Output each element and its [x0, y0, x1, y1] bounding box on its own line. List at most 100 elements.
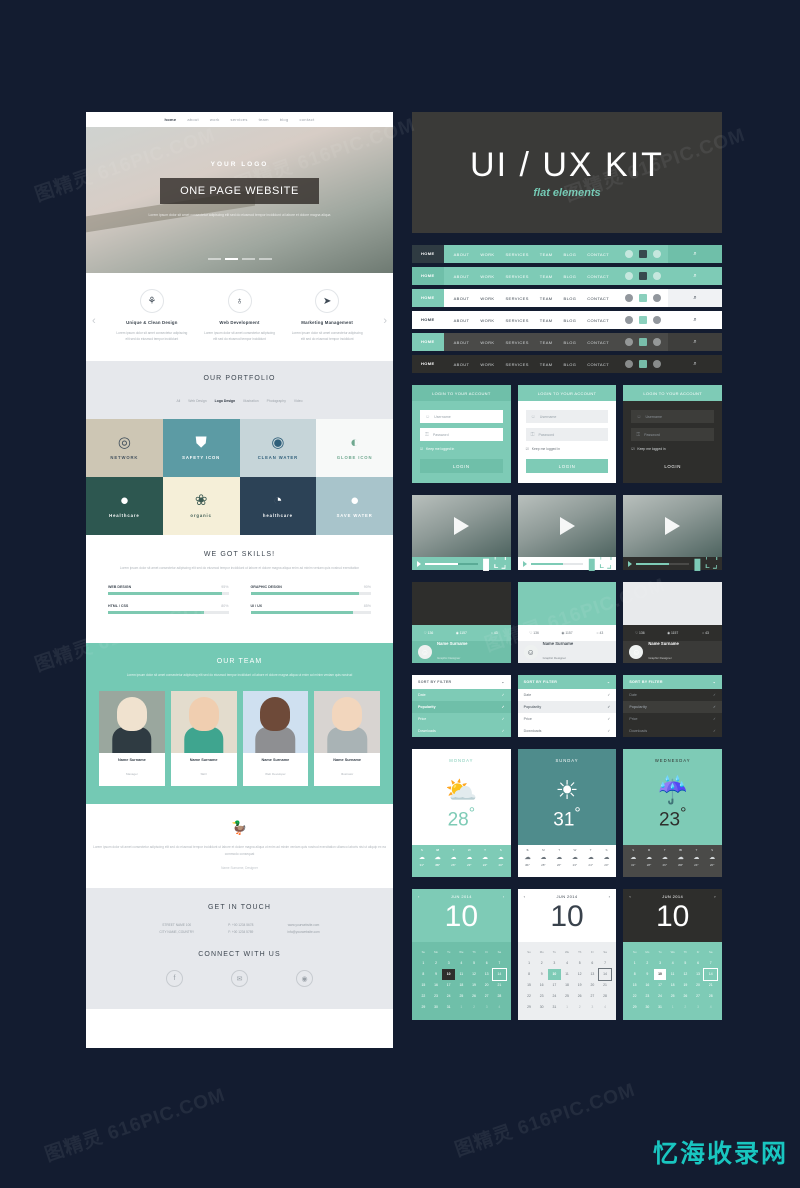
mockup-nav-item-work[interactable]: work: [210, 117, 220, 122]
portfolio-filter-web-design[interactable]: Web Design: [188, 399, 206, 403]
calendar-day-10[interactable]: 10: [548, 969, 561, 980]
forecast-column[interactable]: M ☁ 28°: [641, 848, 657, 874]
calendar-day-17[interactable]: 17: [654, 980, 667, 991]
calendar-day-14[interactable]: 14: [597, 968, 613, 981]
navbar-item-work[interactable]: WORK: [480, 362, 494, 367]
keep-logged-checkbox[interactable]: ☑: [631, 447, 634, 451]
portfolio-tile[interactable]: ◉ CLEAN WATER: [239, 418, 317, 477]
navbar-item-work[interactable]: WORK: [480, 340, 494, 345]
navbar-item-home[interactable]: HOME: [412, 267, 444, 285]
carousel-next-icon[interactable]: ›: [383, 315, 387, 327]
chevron-down-icon[interactable]: ⌄: [501, 680, 504, 684]
video-progress-bar[interactable]: [636, 562, 689, 565]
navbar-item-about[interactable]: ABOUT: [454, 296, 470, 301]
navbar-item-about[interactable]: ABOUT: [454, 252, 470, 257]
hero-slider-dots[interactable]: [86, 247, 393, 265]
forecast-column[interactable]: T ☁ 24°: [688, 848, 704, 874]
calendar-day-5[interactable]: 5: [468, 958, 481, 969]
calendar-day-16[interactable]: 16: [535, 980, 548, 991]
navbar-item-contact[interactable]: CONTACT: [587, 252, 609, 257]
calendar-day-24[interactable]: 24: [548, 991, 561, 1002]
gear-icon[interactable]: [653, 272, 661, 280]
password-field[interactable]: ⚿ Password: [420, 428, 503, 441]
gear-icon[interactable]: [653, 338, 661, 346]
calendar-day-3[interactable]: 3: [480, 1002, 493, 1013]
calendar-day-2[interactable]: 2: [679, 1002, 692, 1013]
team-member-card[interactable]: Name Surname Manager: [99, 690, 165, 786]
share-square-icon[interactable]: [639, 272, 647, 280]
share-square-icon[interactable]: [639, 250, 647, 258]
calendar-day-16[interactable]: 16: [430, 980, 443, 991]
portfolio-filter-video[interactable]: Video: [294, 399, 303, 403]
profile-stat[interactable]: ♡ 136: [412, 631, 445, 635]
navbar-item-services[interactable]: SERVICES: [505, 296, 528, 301]
next-month-icon[interactable]: ›: [714, 894, 716, 899]
dropdown-item-price[interactable]: Price ✓: [518, 713, 617, 725]
social-circle-icon[interactable]: [625, 294, 633, 302]
dropdown-item-popularity[interactable]: Popularity ✓: [623, 701, 723, 713]
facebook-icon[interactable]: f: [166, 970, 183, 988]
fullscreen-icon[interactable]: ⛶: [494, 555, 505, 573]
gear-icon[interactable]: [653, 294, 661, 302]
dropdown-item-popularity[interactable]: Popularity ✓: [517, 701, 617, 713]
forecast-column[interactable]: S ☁ 31°: [520, 848, 536, 874]
forecast-column[interactable]: W ☁ 23°: [567, 848, 583, 874]
calendar-day-20[interactable]: 20: [692, 980, 705, 991]
share-square-icon[interactable]: [639, 294, 647, 302]
calendar-day-8[interactable]: 8: [417, 969, 430, 980]
profile-stat[interactable]: ◉ 1157: [656, 631, 689, 635]
navbar-item-work[interactable]: WORK: [480, 296, 494, 301]
gear-icon[interactable]: [653, 360, 661, 368]
twitter-icon[interactable]: ✉: [231, 970, 248, 988]
calendar-day-18[interactable]: 18: [666, 980, 679, 991]
dropdown-item-price[interactable]: Price ✓: [623, 713, 722, 725]
profile-stat[interactable]: ♡ 136: [518, 631, 551, 635]
calendar-day-4[interactable]: 4: [493, 1002, 506, 1013]
calendar-day-18[interactable]: 18: [455, 980, 468, 991]
calendar-day-2[interactable]: 2: [535, 958, 548, 969]
calendar-day-21[interactable]: 21: [704, 980, 717, 991]
video-thumbnail[interactable]: [412, 495, 511, 557]
calendar-day-3[interactable]: 3: [548, 958, 561, 969]
calendar-day-12[interactable]: 12: [573, 969, 586, 980]
calendar-day-15[interactable]: 15: [628, 980, 641, 991]
calendar-day-10[interactable]: 10: [442, 969, 456, 980]
navbar-item-work[interactable]: WORK: [480, 252, 494, 257]
password-field[interactable]: ⚿ Password: [631, 428, 715, 441]
navbar-search-icon[interactable]: ⌕: [668, 245, 722, 263]
navbar-item-home[interactable]: HOME: [412, 311, 444, 329]
social-circle-icon[interactable]: [625, 250, 633, 258]
calendar-day-13[interactable]: 13: [480, 969, 493, 980]
calendar-day-26[interactable]: 26: [679, 991, 692, 1002]
social-links[interactable]: f ✉ ◉: [86, 970, 393, 988]
calendar-day-4[interactable]: 4: [561, 958, 574, 969]
mockup-nav-item-team[interactable]: team: [259, 117, 269, 122]
calendar-day-26[interactable]: 26: [468, 991, 481, 1002]
video-progress-bar[interactable]: [530, 562, 584, 565]
calendar-day-28[interactable]: 28: [493, 991, 506, 1002]
calendar-day-11[interactable]: 11: [561, 969, 574, 980]
calendar-day-11[interactable]: 11: [455, 969, 468, 980]
prev-month-icon[interactable]: ‹: [418, 894, 420, 899]
calendar-day-7[interactable]: 7: [704, 958, 717, 969]
calendar-day-25[interactable]: 25: [666, 991, 679, 1002]
calendar-day-15[interactable]: 15: [523, 980, 536, 991]
dropdown-header[interactable]: SORT BY FILTER ⌄: [623, 675, 723, 689]
fullscreen-icon[interactable]: ⛶: [706, 555, 717, 573]
calendar-day-17[interactable]: 17: [442, 980, 455, 991]
navbar-sample[interactable]: HOME ABOUT WORK SERVICES TEAM BLOG CONTACT ⌕: [412, 311, 722, 329]
portfolio-tile[interactable]: ◎ NETWORK: [86, 418, 163, 477]
calendar-day-2[interactable]: 2: [573, 1002, 586, 1013]
forecast-column[interactable]: T ☁ 24°: [583, 848, 599, 874]
navbar-sample[interactable]: HOME ABOUT WORK SERVICES TEAM BLOG CONTACT ⌕: [412, 333, 722, 351]
keep-logged-checkbox[interactable]: ☑: [526, 447, 529, 451]
portfolio-tile[interactable]: ● SAVE WATER: [316, 476, 393, 535]
navbar-sample[interactable]: HOME ABOUT WORK SERVICES TEAM BLOG CONTACT ⌕: [412, 289, 722, 307]
portfolio-filter-illustration[interactable]: Illustration: [243, 399, 258, 403]
portfolio-filter-all[interactable]: All: [176, 399, 180, 403]
calendar-day-30[interactable]: 30: [641, 1002, 654, 1013]
forecast-column[interactable]: T ☁ 26°: [551, 848, 567, 874]
forecast-column[interactable]: S ☁ 20°: [599, 848, 615, 874]
navbar-item-about[interactable]: ABOUT: [454, 340, 470, 345]
navbar-search-icon[interactable]: ⌕: [668, 267, 722, 285]
